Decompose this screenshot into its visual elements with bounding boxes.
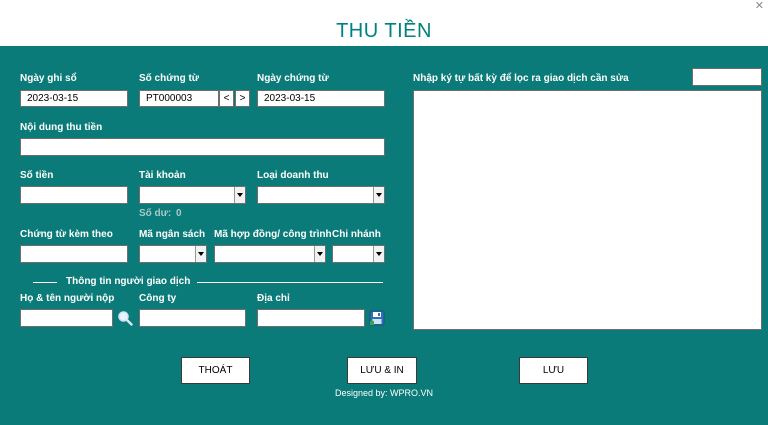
tai-khoan-label: Tài khoản [139,170,186,181]
noi-dung-field[interactable] [20,138,385,156]
chevron-down-icon[interactable] [373,246,384,262]
window-close-button[interactable]: ✕ [755,0,764,12]
section-divider-left [33,282,57,283]
ma-ngan-sach-label: Mã ngân sách [139,229,206,240]
payer-section-title: Thông tin người giao dịch [66,276,191,287]
save-and-print-button[interactable]: LƯU & IN [347,357,417,384]
chi-nhanh-label: Chi nhánh [332,229,381,240]
designer-credit: Designed by: WPRO.VN [334,388,434,398]
window-titlebar: ✕ [0,0,768,12]
magnifier-icon[interactable] [117,310,133,326]
chung-tu-kem-theo-field[interactable] [20,245,128,263]
ngay-chung-tu-label: Ngày chứng từ [257,73,329,84]
next-voucher-button[interactable]: > [235,90,250,107]
form-header: THU TIỀN [0,12,768,46]
noi-dung-label: Nội dung thu tiền [20,122,103,133]
chevron-down-icon[interactable] [195,246,206,262]
ma-hop-dong-select[interactable] [214,245,326,263]
tai-khoan-select[interactable] [139,186,246,204]
chung-tu-kem-theo-label: Chứng từ kèm theo [20,229,113,240]
ngay-chung-tu-field[interactable]: 2023-03-15 [257,90,385,107]
cong-ty-field[interactable] [139,309,246,327]
form-panel: Ngày ghi sổ 2023-03-15 Số chứng từ PT000… [0,46,768,425]
chevron-down-icon[interactable] [373,187,384,203]
ngay-ghi-so-label: Ngày ghi sổ [20,73,77,84]
so-du-label: Số dư: [139,208,172,219]
so-tien-field[interactable] [20,186,128,204]
ho-ten-label: Họ & tên người nộp [20,293,115,304]
loai-doanh-thu-select[interactable] [257,186,385,204]
filter-input[interactable] [692,68,762,86]
exit-button[interactable]: THOÁT [181,357,250,384]
dia-chi-label: Địa chỉ [257,293,290,304]
ma-hop-dong-label: Mã hợp đồng/ công trình [214,229,332,240]
ho-ten-field[interactable] [20,309,113,327]
ngay-ghi-so-field[interactable]: 2023-03-15 [20,90,128,107]
so-du-value: 0 [176,208,182,219]
so-chung-tu-label: Số chứng từ [139,73,200,84]
dia-chi-field[interactable] [257,309,365,327]
loai-doanh-thu-label: Loại doanh thu [257,170,329,181]
floppy-disk-icon[interactable] [369,310,385,326]
transaction-list[interactable] [413,90,762,330]
so-tien-label: Số tiền [20,170,54,181]
ma-ngan-sach-select[interactable] [139,245,207,263]
so-chung-tu-field[interactable]: PT000003 [139,90,219,107]
chevron-down-icon[interactable] [314,246,325,262]
section-divider-right [197,282,383,283]
page-title: THU TIỀN [336,20,432,42]
chi-nhanh-select[interactable] [332,245,385,263]
prev-voucher-button[interactable]: < [219,90,234,107]
filter-label: Nhập ký tự bất kỳ để lọc ra giao dịch cầ… [413,73,629,84]
save-button[interactable]: LƯU [519,357,588,384]
chevron-down-icon[interactable] [234,187,245,203]
cong-ty-label: Công ty [139,293,177,304]
